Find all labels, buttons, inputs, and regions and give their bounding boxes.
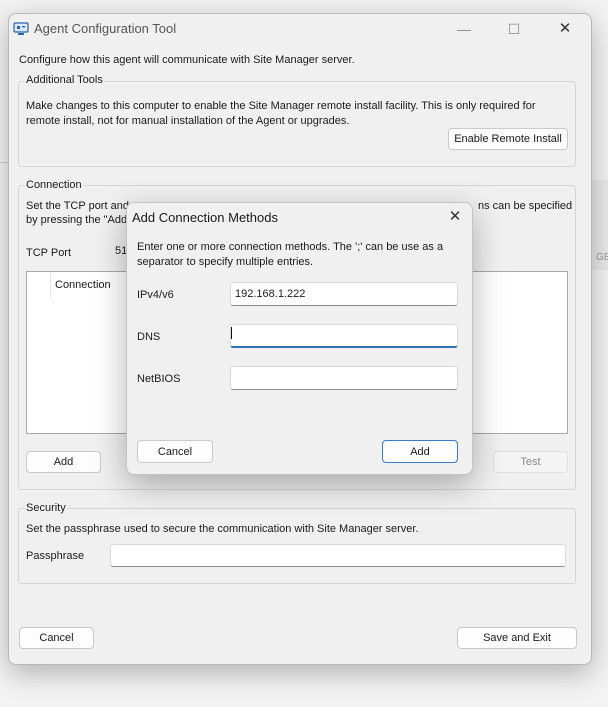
title-bar[interactable]: Agent Configuration Tool — ☐ ✕ bbox=[9, 14, 591, 44]
dialog-instructions-2: separator to specify multiple entries. bbox=[137, 256, 314, 268]
dns-field[interactable] bbox=[230, 324, 458, 348]
add-connection-methods-dialog: Add Connection Methods ✕ Enter one or mo… bbox=[126, 202, 473, 475]
additional-tools-description-1: Make changes to this computer to enable … bbox=[26, 100, 536, 112]
tcp-port-label: TCP Port bbox=[26, 247, 72, 259]
security-legend: Security bbox=[25, 502, 67, 514]
dialog-cancel-button[interactable]: Cancel bbox=[137, 440, 213, 463]
window-title: Agent Configuration Tool bbox=[34, 21, 177, 36]
dialog-title: Add Connection Methods bbox=[132, 210, 278, 225]
close-button[interactable]: ✕ bbox=[547, 18, 583, 40]
column-divider bbox=[50, 272, 51, 298]
netbios-label: NetBIOS bbox=[137, 373, 181, 385]
connection-description-2: by pressing the "Add bbox=[26, 214, 128, 226]
cancel-button[interactable]: Cancel bbox=[19, 627, 94, 649]
passphrase-label: Passphrase bbox=[26, 550, 85, 562]
connection-legend: Connection bbox=[25, 179, 83, 191]
dns-label: DNS bbox=[137, 331, 161, 343]
save-and-exit-button[interactable]: Save and Exit bbox=[457, 627, 577, 649]
additional-tools-description-2: remote install, not for manual installat… bbox=[26, 115, 350, 127]
passphrase-field[interactable] bbox=[110, 544, 566, 567]
dialog-add-button[interactable]: Add bbox=[382, 440, 458, 463]
dialog-close-icon[interactable]: ✕ bbox=[443, 207, 467, 227]
connection-list-header: Connection bbox=[55, 279, 111, 291]
additional-tools-legend: Additional Tools bbox=[25, 74, 104, 86]
dialog-instructions-1: Enter one or more connection methods. Th… bbox=[137, 241, 444, 253]
intro-text: Configure how this agent will communicat… bbox=[19, 54, 355, 66]
add-connection-button[interactable]: Add bbox=[26, 451, 101, 473]
background-edge-text: GE bbox=[596, 252, 608, 263]
connection-description-1: Set the TCP port and bbox=[26, 200, 129, 212]
security-description: Set the passphrase used to secure the co… bbox=[26, 523, 419, 535]
test-connection-button[interactable]: Test bbox=[493, 451, 568, 473]
agent-config-icon bbox=[13, 22, 29, 36]
connection-description-1-end: ns can be specified bbox=[478, 200, 573, 212]
enable-remote-install-button[interactable]: Enable Remote Install bbox=[448, 128, 568, 150]
ipv4-field[interactable] bbox=[230, 282, 458, 306]
ipv4-label: IPv4/v6 bbox=[137, 289, 174, 301]
minimize-button[interactable]: — bbox=[446, 18, 482, 40]
netbios-field[interactable] bbox=[230, 366, 458, 390]
text-caret bbox=[231, 327, 232, 339]
maximize-button[interactable]: ☐ bbox=[496, 18, 532, 40]
